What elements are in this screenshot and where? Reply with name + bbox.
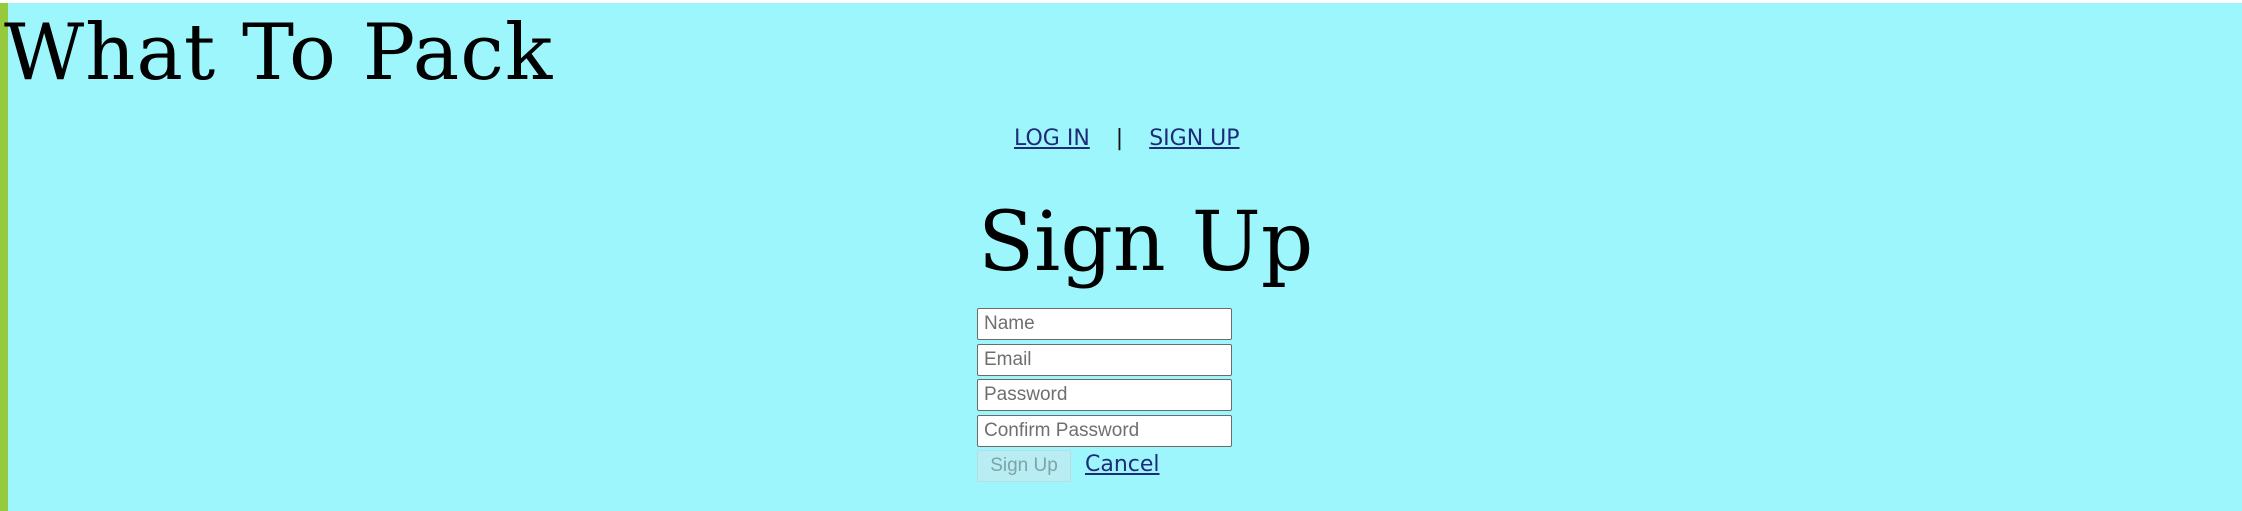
page-background: What To Pack LOG IN | SIGN UP Sign Up Sign… xyxy=(0,3,2242,511)
confirm-password-input[interactable] xyxy=(977,414,1232,447)
login-link[interactable]: LOG IN xyxy=(1014,126,1090,151)
auth-nav: LOG IN | SIGN UP xyxy=(1014,123,1240,155)
signup-form: Sign Up Cancel xyxy=(977,308,1237,484)
signup-form-title: Sign Up xyxy=(978,195,1314,290)
email-input[interactable] xyxy=(977,343,1232,376)
password-input[interactable] xyxy=(977,379,1232,411)
form-actions: Sign Up Cancel xyxy=(977,450,1237,484)
name-input[interactable] xyxy=(977,308,1232,340)
cancel-link[interactable]: Cancel xyxy=(1085,449,1160,481)
signup-submit-button[interactable]: Sign Up xyxy=(977,450,1071,482)
signup-link[interactable]: SIGN UP xyxy=(1149,126,1239,151)
nav-separator: | xyxy=(1115,126,1124,151)
site-title: What To Pack xyxy=(4,8,554,98)
